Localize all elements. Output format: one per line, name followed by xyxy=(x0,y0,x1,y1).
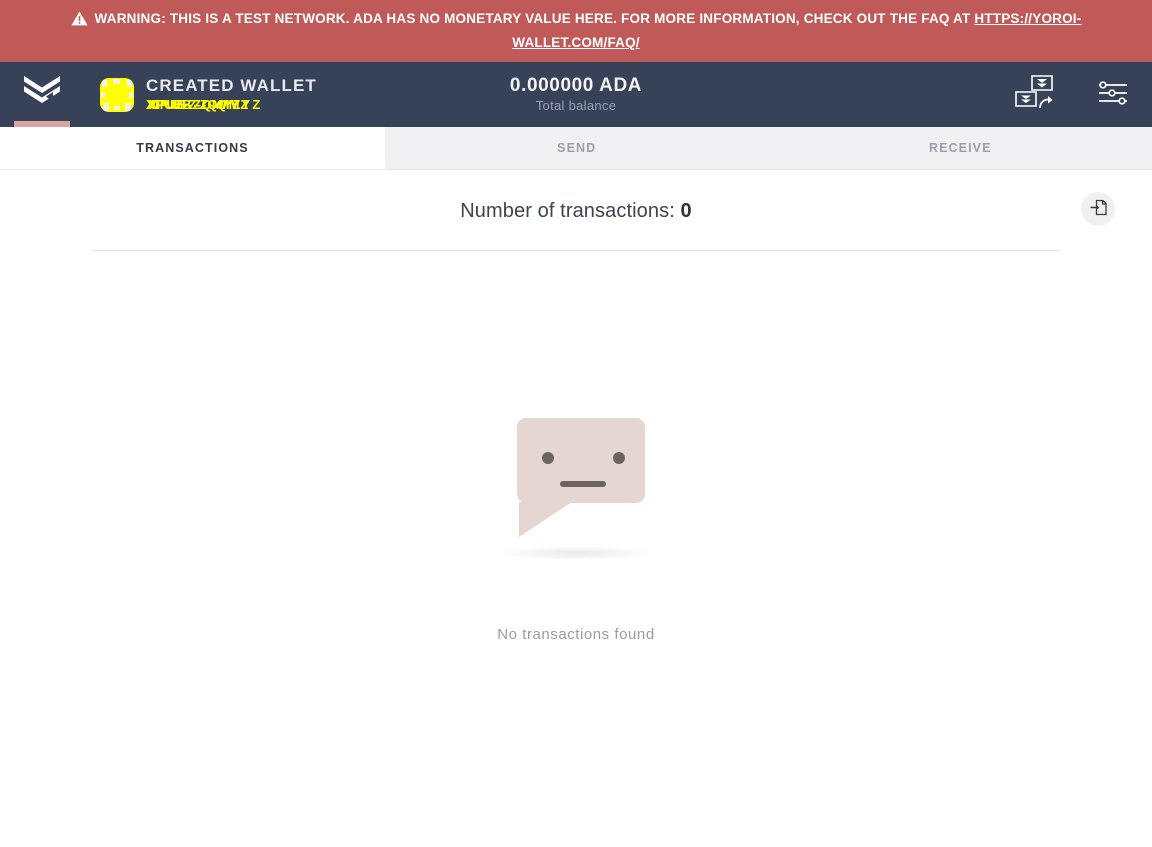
transaction-count-value: 0 xyxy=(680,200,692,222)
warning-banner-content: WARNING: THIS IS A TEST NETWORK. ADA HAS… xyxy=(18,8,1134,53)
active-nav-indicator xyxy=(14,121,70,127)
export-transactions-button[interactable] xyxy=(1081,192,1115,226)
warning-triangle-icon xyxy=(70,11,88,32)
wallet-subtitle-stack: XPUB-Z-QMYZ XPUB-Z-QMYZ XPUB-Z-QMYZ xyxy=(146,96,266,113)
switch-wallet-icon xyxy=(1012,72,1058,117)
transaction-count-label: Number of transactions: xyxy=(460,200,675,222)
total-balance-label: Total balance xyxy=(535,98,617,113)
content-divider xyxy=(92,250,1060,251)
settings-sliders-icon xyxy=(1096,78,1130,111)
yoroi-logo-button[interactable] xyxy=(0,62,85,127)
transactions-panel: Number of transactions: 0 No transaction… xyxy=(0,170,1152,847)
top-navigation-bar: CREATED WALLET XPUB-Z-QMYZ XPUB-Z-QMYZ X… xyxy=(0,62,1152,127)
wallet-subtitle-overlay-2: XPUB-Z-QMYZ xyxy=(147,97,250,112)
empty-transactions-state: No transactions found xyxy=(0,418,1152,643)
yoroi-logo-icon xyxy=(22,75,64,114)
navbar-actions xyxy=(1012,62,1130,127)
transactions-header-row: Number of transactions: 0 xyxy=(0,192,1152,226)
wallet-avatar-identicon xyxy=(100,77,134,112)
empty-state-message: No transactions found xyxy=(497,626,655,643)
test-network-warning-banner: WARNING: THIS IS A TEST NETWORK. ADA HAS… xyxy=(0,0,1152,62)
tab-send[interactable]: Send xyxy=(385,127,769,169)
neutral-face-speech-bubble-icon xyxy=(496,418,656,568)
wallet-text-group: CREATED WALLET XPUB-Z-QMYZ XPUB-Z-QMYZ X… xyxy=(146,76,317,113)
wallet-name: CREATED WALLET xyxy=(146,76,317,95)
warning-banner-text: WARNING: THIS IS A TEST NETWORK. ADA HAS… xyxy=(94,11,975,26)
switch-wallet-button[interactable] xyxy=(1012,72,1058,117)
transaction-count: Number of transactions: 0 xyxy=(460,200,692,223)
tab-transactions[interactable]: Transactions xyxy=(0,127,385,169)
export-transactions-icon xyxy=(1089,198,1108,220)
settings-button[interactable] xyxy=(1096,78,1130,111)
wallet-tabs: Transactions Send Receive xyxy=(0,127,1152,170)
total-balance-amount: 0.000000 ADA xyxy=(509,75,643,96)
wallet-summary[interactable]: CREATED WALLET XPUB-Z-QMYZ XPUB-Z-QMYZ X… xyxy=(85,76,317,113)
tab-receive[interactable]: Receive xyxy=(768,127,1152,169)
